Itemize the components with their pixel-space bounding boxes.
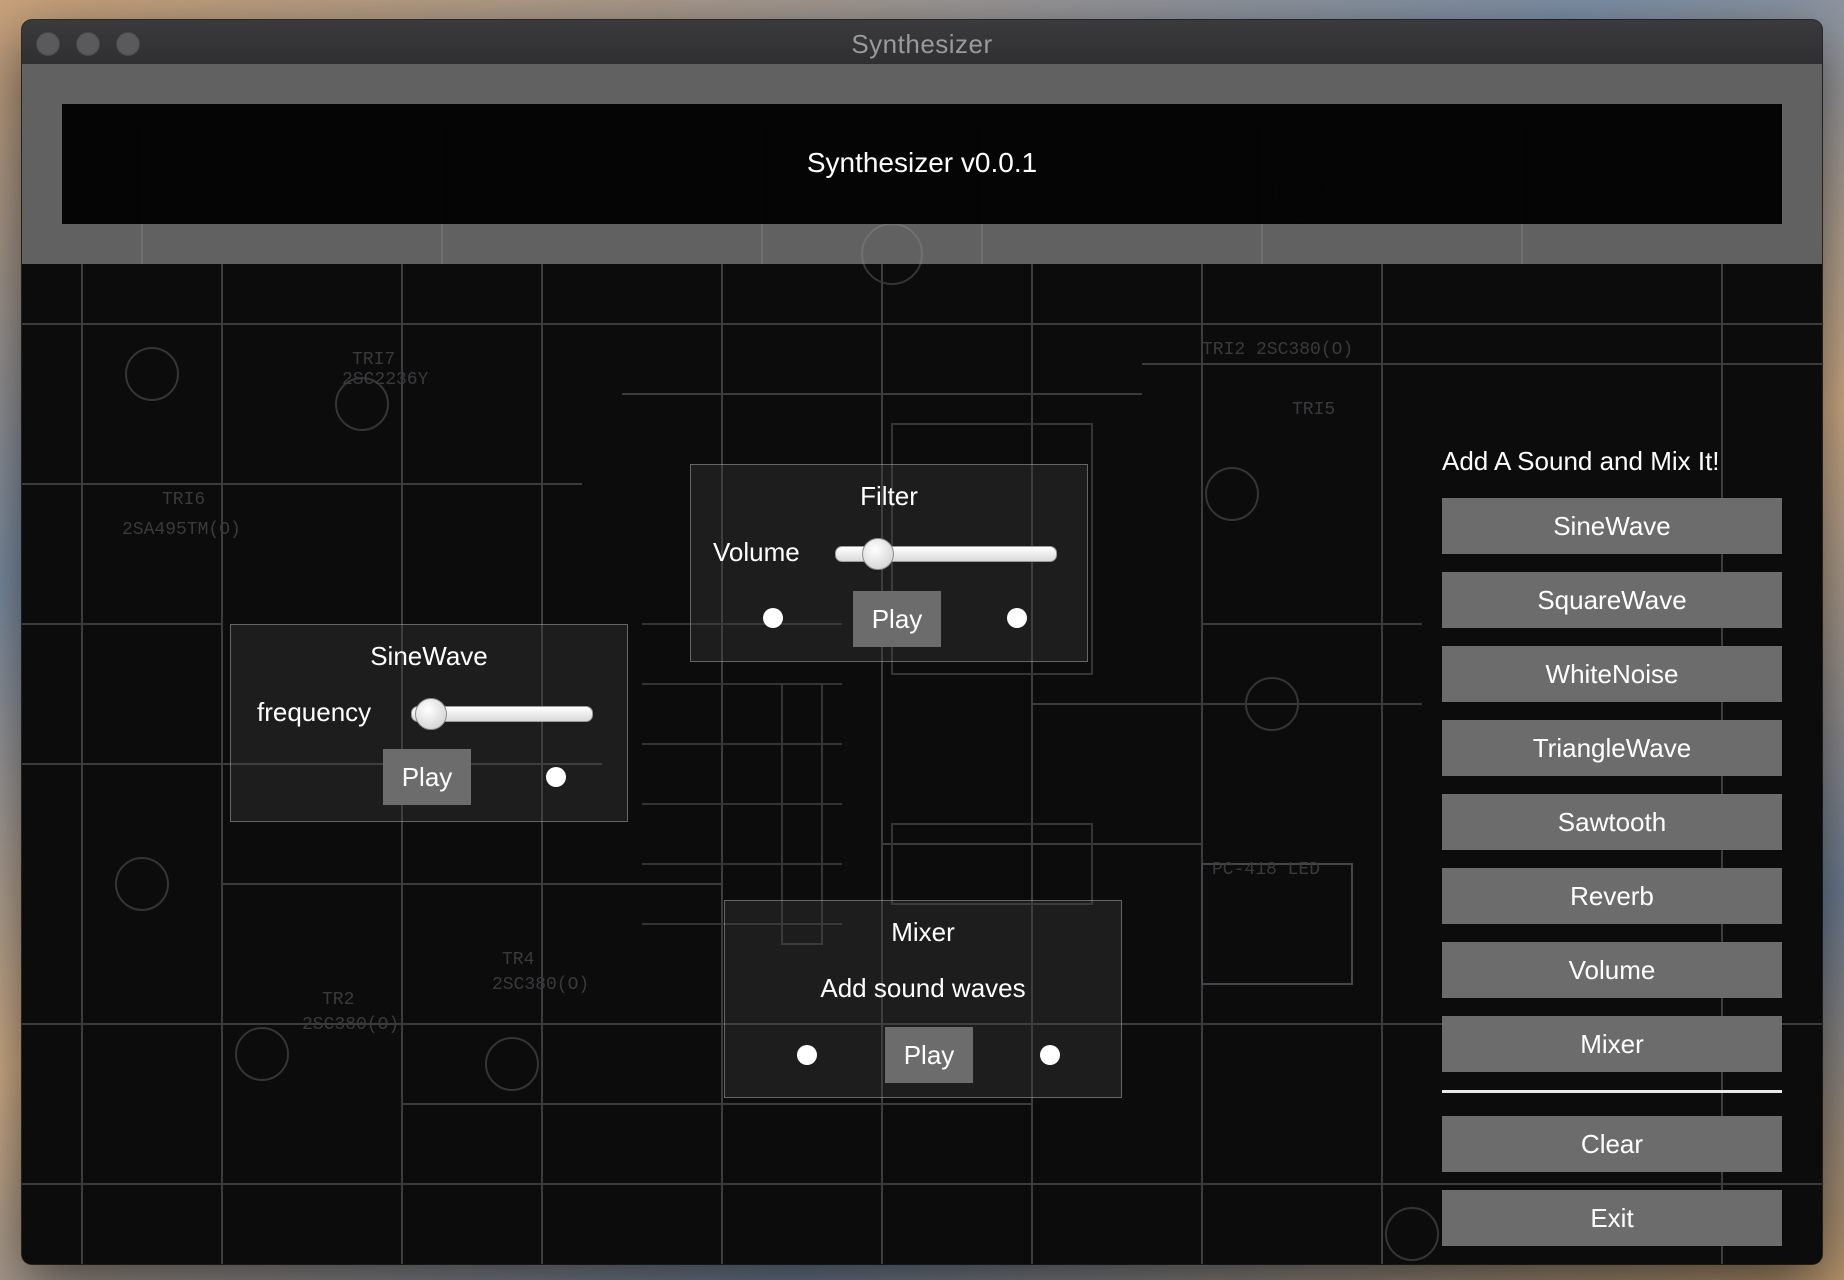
svg-text:TR4: TR4 [502, 950, 534, 970]
add-volume-button[interactable]: Volume [1442, 942, 1782, 998]
svg-text:2SC2236Y: 2SC2236Y [342, 370, 429, 390]
mixer-subtitle: Add sound waves [820, 973, 1026, 1003]
frequency-slider-knob[interactable] [415, 698, 447, 730]
svg-text:TRI6: TRI6 [162, 490, 205, 510]
add-whitenoise-button[interactable]: WhiteNoise [1442, 646, 1782, 702]
window-title: Synthesizer [851, 29, 993, 59]
sidebar-divider [1442, 1090, 1782, 1093]
add-squarewave-button[interactable]: SquareWave [1442, 572, 1782, 628]
svg-text:2SA495TM(O): 2SA495TM(O) [122, 520, 241, 540]
svg-text:TRI7: TRI7 [352, 350, 395, 370]
filter-play-button[interactable]: Play [853, 591, 941, 647]
sinewave-play-button[interactable]: Play [383, 749, 471, 805]
mixer-output-port[interactable] [1040, 1045, 1060, 1065]
title-bar: Synthesizer [22, 20, 1822, 65]
app-header-title: Synthesizer v0.0.1 [806, 147, 1038, 178]
frequency-label: frequency [257, 697, 372, 727]
clear-button[interactable]: Clear [1442, 1116, 1782, 1172]
sinewave-panel[interactable]: SineWave frequency Play [230, 624, 628, 822]
volume-label: Volume [713, 537, 800, 567]
add-reverb-button[interactable]: Reverb [1442, 868, 1782, 924]
svg-text:TR2: TR2 [322, 990, 354, 1010]
svg-text:TRI5: TRI5 [1292, 400, 1335, 420]
add-mixer-button[interactable]: Mixer [1442, 1016, 1782, 1072]
sinewave-panel-title: SineWave [370, 641, 488, 671]
svg-text:2SC380(O): 2SC380(O) [492, 975, 589, 995]
svg-text:PC-418 LED: PC-418 LED [1212, 860, 1320, 880]
filter-output-port[interactable] [1007, 608, 1027, 628]
sidebar-heading: Add A Sound and Mix It! [1442, 446, 1720, 476]
sinewave-output-port[interactable] [546, 767, 566, 787]
filter-panel[interactable]: Filter Volume Play [690, 464, 1088, 662]
exit-button[interactable]: Exit [1442, 1190, 1782, 1246]
add-sawtooth-button[interactable]: Sawtooth [1442, 794, 1782, 850]
svg-text:TRI2 2SC380(O): TRI2 2SC380(O) [1202, 340, 1353, 360]
header-banner: Synthesizer v0.0.1 [62, 104, 1782, 224]
filter-input-port[interactable] [763, 608, 783, 628]
mixer-input-port[interactable] [797, 1045, 817, 1065]
mixer-play-button[interactable]: Play [885, 1027, 973, 1083]
add-trianglewave-button[interactable]: TriangleWave [1442, 720, 1782, 776]
header-band: Synthesizer v0.0.1 [22, 64, 1822, 264]
mixer-panel[interactable]: Mixer Add sound waves Play [724, 900, 1122, 1098]
volume-slider-knob[interactable] [862, 538, 894, 570]
filter-panel-title: Filter [860, 481, 918, 511]
add-sinewave-button[interactable]: SineWave [1442, 498, 1782, 554]
main-content: TRI6 2SA495TM(O) TRI7 2SC2236Y TRI2 2SC380… [22, 64, 1822, 1264]
app-window: Synthesizer TRI6 2SA495TM(O) TRI7 2SC223… [22, 20, 1822, 1264]
svg-text:2SC380(O): 2SC380(O) [302, 1015, 399, 1035]
mixer-panel-title: Mixer [891, 917, 955, 947]
